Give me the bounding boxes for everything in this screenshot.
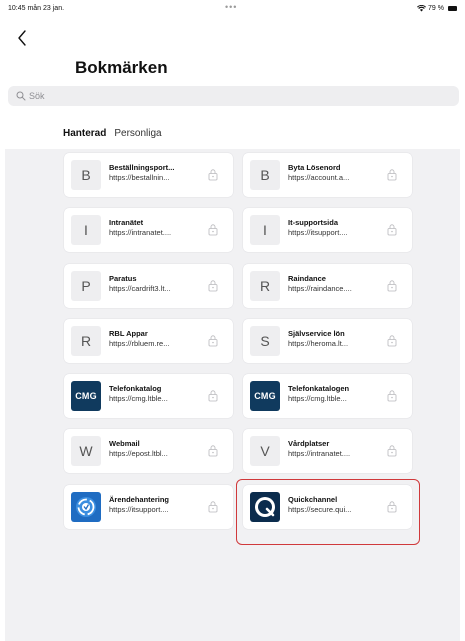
search-bar[interactable] [8, 86, 459, 106]
lock-icon [387, 169, 397, 181]
bookmark-card[interactable]: R Raindance https://raindance.... [243, 264, 412, 308]
lock-icon [387, 390, 397, 402]
support-logo-icon [71, 492, 101, 522]
lock-icon [208, 445, 218, 457]
bookmark-url: https://heroma.lt... [288, 339, 349, 348]
bookmark-letter-icon: I [71, 215, 101, 245]
bookmark-title: Quickchannel [288, 495, 338, 504]
bookmark-card[interactable]: CMG Telefonkatalog https://cmg.ltble... [64, 374, 233, 418]
bookmark-title: Paratus [109, 274, 137, 283]
battery-icon [448, 6, 457, 11]
bookmark-title: Telefonkatalogen [288, 384, 350, 393]
lock-icon [208, 280, 218, 292]
lock-icon [208, 390, 218, 402]
bookmark-card[interactable]: P Paratus https://cardrift3.lt... [64, 264, 233, 308]
quickchannel-logo-icon [250, 492, 280, 522]
bookmark-grid: B Beställningsport... https://bestallnin… [5, 149, 460, 641]
bookmark-letter-icon: W [71, 436, 101, 466]
bookmark-url: https://itsupport.... [288, 228, 348, 237]
tab-personliga[interactable]: Personliga [114, 128, 161, 139]
tab-hanterad[interactable]: Hanterad [63, 128, 106, 139]
bookmark-card[interactable]: Quickchannel https://secure.qui... [243, 485, 412, 529]
status-time: 10:45 mån 23 jan. [8, 5, 65, 12]
back-button[interactable] [14, 30, 30, 48]
bookmark-title: Vårdplatser [288, 439, 330, 448]
bookmark-title: Telefonkatalog [109, 384, 162, 393]
bookmark-title: It-supportsida [288, 218, 338, 227]
bookmark-title: Självservice lön [288, 329, 345, 338]
cmg-logo-icon: CMG [71, 381, 101, 411]
cmg-logo-icon: CMG [250, 381, 280, 411]
lock-icon [208, 501, 218, 513]
bookmark-title: Ärendehantering [109, 495, 170, 504]
bookmark-card[interactable]: S Självservice lön https://heroma.lt... [243, 319, 412, 363]
search-icon [16, 91, 26, 101]
bookmark-title: Intranätet [109, 218, 144, 227]
bookmark-title: RBL Appar [109, 329, 148, 338]
tab-bar: Hanterad Personliga [63, 128, 162, 139]
lock-icon [387, 445, 397, 457]
bookmark-title: Beställningsport... [109, 163, 175, 172]
bookmark-url: https://bestallnin... [109, 173, 170, 182]
lock-icon [208, 169, 218, 181]
bookmark-letter-icon: I [250, 215, 280, 245]
bookmark-url: https://rbluem.re... [109, 339, 170, 348]
lock-icon [387, 335, 397, 347]
status-right: 79 % [417, 5, 457, 12]
bookmark-url: https://secure.qui... [288, 505, 352, 514]
battery-percentage: 79 % [428, 5, 444, 12]
lock-icon [387, 501, 397, 513]
lock-icon [387, 280, 397, 292]
bookmark-card[interactable]: B Beställningsport... https://bestallnin… [64, 153, 233, 197]
bookmark-card[interactable]: R RBL Appar https://rbluem.re... [64, 319, 233, 363]
lock-icon [387, 224, 397, 236]
bookmark-title: Byta Lösenord [288, 163, 341, 172]
bookmark-card[interactable]: W Webmail https://epost.ltbl... [64, 429, 233, 473]
bookmark-url: https://intranatet.... [109, 228, 172, 237]
bookmark-url: https://cmg.ltble... [109, 394, 168, 403]
bookmark-letter-icon: R [250, 271, 280, 301]
bookmark-letter-icon: R [71, 326, 101, 356]
bookmark-letter-icon: B [71, 160, 101, 190]
bookmark-title: Webmail [109, 439, 140, 448]
bookmark-letter-icon: V [250, 436, 280, 466]
bookmark-url: https://epost.ltbl... [109, 449, 168, 458]
bookmark-letter-icon: S [250, 326, 280, 356]
bookmark-card[interactable]: I Intranätet https://intranatet.... [64, 208, 233, 252]
search-input[interactable] [29, 91, 429, 101]
lock-icon [208, 335, 218, 347]
status-bar: 10:45 mån 23 jan. ••• 79 % [0, 0, 465, 16]
bookmark-url: https://cmg.ltble... [288, 394, 347, 403]
bookmark-card[interactable]: Ärendehantering https://itsupport.... [64, 485, 233, 529]
page-title: Bokmärken [75, 58, 168, 77]
bookmark-url: https://cardrift3.lt... [109, 284, 171, 293]
bookmark-card[interactable]: B Byta Lösenord https://account.a... [243, 153, 412, 197]
bookmark-title: Raindance [288, 274, 326, 283]
bookmark-card[interactable]: CMG Telefonkatalogen https://cmg.ltble..… [243, 374, 412, 418]
lock-icon [208, 224, 218, 236]
multitasking-dots[interactable]: ••• [225, 2, 237, 12]
wifi-icon [417, 5, 427, 12]
bookmark-url: https://intranatet.... [288, 449, 351, 458]
bookmark-card[interactable]: I It-supportsida https://itsupport.... [243, 208, 412, 252]
bookmark-card[interactable]: V Vårdplatser https://intranatet.... [243, 429, 412, 473]
bookmark-url: https://account.a... [288, 173, 350, 182]
bookmark-letter-icon: B [250, 160, 280, 190]
chevron-left-icon [18, 30, 26, 46]
bookmark-url: https://raindance.... [288, 284, 352, 293]
bookmark-letter-icon: P [71, 271, 101, 301]
bookmark-url: https://itsupport.... [109, 505, 169, 514]
